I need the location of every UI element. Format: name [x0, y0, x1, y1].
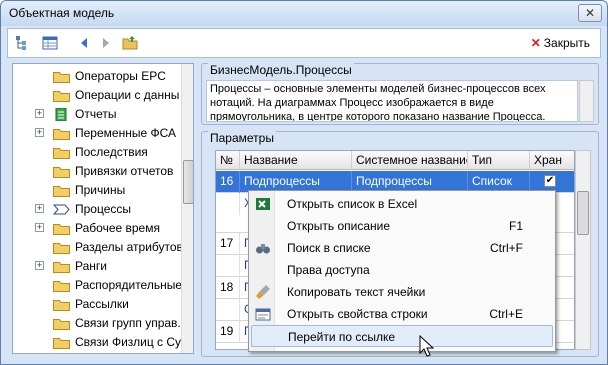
- menu-item[interactable]: Права доступа: [251, 259, 553, 281]
- cell-num[interactable]: [216, 193, 240, 215]
- tree-item-label: Переменные ФСА: [75, 126, 176, 140]
- tree-item-label: Операции с данны: [75, 88, 180, 102]
- expand-icon[interactable]: +: [35, 261, 44, 270]
- menu-item[interactable]: Открыть список в Excel: [251, 193, 553, 215]
- cell-num[interactable]: [216, 255, 240, 277]
- grid-scroll-thumb[interactable]: [577, 191, 589, 235]
- expand-icon[interactable]: +: [35, 128, 44, 137]
- tree-scroll-thumb[interactable]: [183, 160, 193, 204]
- description-text: Процессы – основные элементы моделей биз…: [206, 80, 578, 122]
- cell-num[interactable]: 16: [216, 171, 240, 193]
- cell-num[interactable]: 17: [216, 233, 240, 255]
- menu-item-label: Перейти по ссылке: [288, 330, 396, 344]
- menu-item-shortcut: Ctrl+E: [489, 307, 523, 321]
- tree-item-label: Рассылки: [75, 297, 129, 311]
- stored-checkbox[interactable]: ✔: [544, 175, 556, 187]
- column-header-name[interactable]: Название: [240, 151, 352, 170]
- cell-num[interactable]: 19: [216, 321, 240, 343]
- tree-item-label: Рабочее время: [75, 221, 160, 235]
- menu-item[interactable]: Открыть описание F1: [251, 215, 553, 237]
- menu-item[interactable]: Открыть свойства строки Ctrl+E: [251, 303, 553, 325]
- report-icon: [55, 108, 67, 121]
- grid-scrollbar[interactable]: [575, 150, 591, 350]
- binoculars-icon: [256, 244, 270, 254]
- object-tree[interactable]: Операторы EPC Операции с данны + Отчеты + Пер…: [12, 63, 194, 354]
- grid-header: № Название Системное название Тип Хран: [216, 151, 574, 170]
- context-menu: Открыть список в Excel Открыть описание F1…: [248, 190, 556, 352]
- folder-icon: [53, 243, 70, 254]
- column-header-number[interactable]: №: [216, 151, 240, 170]
- folder-icon: [53, 167, 70, 178]
- folder-up-icon[interactable]: [122, 35, 138, 51]
- folder-icon: [53, 281, 70, 292]
- properties-icon: [255, 308, 271, 321]
- menu-item[interactable]: Копировать текст ячейки: [251, 281, 553, 303]
- title-bar: Объектная модель ✕: [1, 1, 607, 26]
- folder-icon: [53, 300, 70, 311]
- expand-icon[interactable]: +: [35, 223, 44, 232]
- tree-item-label: Отчеты: [75, 107, 117, 121]
- column-header-type[interactable]: Тип: [468, 151, 530, 170]
- menu-item[interactable]: Перейти по ссылке: [251, 325, 553, 347]
- close-action-button[interactable]: ✕ Закрыть: [531, 36, 590, 50]
- menu-item-label: Открыть описание: [287, 219, 391, 233]
- menu-item-shortcut: Ctrl+F: [490, 241, 523, 255]
- menu-item-label: Открыть список в Excel: [287, 197, 418, 211]
- toolbar: ✕ Закрыть: [7, 28, 601, 58]
- description-legend: БизнесМодель.Процессы: [208, 63, 354, 77]
- folder-icon: [53, 262, 70, 273]
- folder-icon: [53, 148, 70, 159]
- window-close-button[interactable]: ✕: [578, 4, 602, 22]
- folder-icon: [53, 224, 70, 235]
- window-title: Объектная модель: [9, 6, 115, 20]
- description-group: БизнесМодель.Процессы Процессы – основны…: [201, 63, 599, 125]
- tree-item-label: Процессы: [75, 202, 132, 216]
- tree-item-label: Разделы атрибутов: [75, 240, 181, 254]
- folder-icon: [53, 91, 70, 102]
- menu-item-shortcut: F1: [508, 219, 523, 233]
- tree-item-label: Связи групп управ.: [75, 316, 181, 330]
- menu-item[interactable]: Поиск в списке Ctrl+F: [251, 237, 553, 259]
- tree-item-label: Последствия: [75, 145, 148, 159]
- tree-item-label: Причины: [75, 183, 126, 197]
- column-header-system-name[interactable]: Системное название: [352, 151, 468, 170]
- excel-icon: [256, 198, 270, 210]
- menu-item-label: Поиск в списке: [287, 241, 371, 255]
- folder-icon: [53, 186, 70, 197]
- mouse-cursor-icon: [419, 335, 435, 357]
- table-view-icon[interactable]: [42, 35, 58, 51]
- menu-item-label: Открыть свойства строки: [287, 307, 428, 321]
- brush-icon: [256, 285, 270, 299]
- folder-icon: [53, 319, 70, 330]
- tree-item-label: Распорядительные: [75, 278, 181, 292]
- cell-num[interactable]: [216, 299, 240, 321]
- folder-icon: [53, 72, 70, 83]
- forward-arrow-icon[interactable]: [98, 35, 114, 51]
- tree-item-label: Операторы EPC: [75, 69, 166, 83]
- close-action-label: Закрыть: [543, 36, 590, 50]
- tree-view-icon[interactable]: [14, 35, 30, 51]
- tree-item-label: Связи Физлиц с Су: [75, 335, 181, 349]
- expand-icon[interactable]: +: [35, 204, 44, 213]
- red-x-icon: ✕: [530, 36, 541, 50]
- tree-item-label: Привязки отчетов: [75, 164, 174, 178]
- tree-item[interactable]: Связи Физлиц с Су: [13, 332, 181, 353]
- back-arrow-icon[interactable]: [76, 35, 92, 51]
- expand-icon[interactable]: +: [35, 109, 44, 118]
- object-model-window: Объектная модель ✕ ✕ Закрыть Операторы EP…: [0, 0, 608, 365]
- parameters-legend: Параметры: [208, 131, 276, 145]
- column-header-stored[interactable]: Хран: [530, 151, 574, 170]
- menu-item-label: Права доступа: [287, 263, 370, 277]
- process-icon: [53, 204, 70, 215]
- tree-item-label: Ранги: [75, 259, 107, 273]
- tree-scrollbar[interactable]: [181, 64, 193, 353]
- description-scrollbar[interactable]: [579, 80, 594, 122]
- menu-item-label: Копировать текст ячейки: [287, 285, 426, 299]
- close-x-icon: ✕: [584, 6, 596, 20]
- folder-icon: [53, 338, 70, 349]
- cell-num[interactable]: 18: [216, 277, 240, 299]
- folder-icon: [53, 129, 70, 140]
